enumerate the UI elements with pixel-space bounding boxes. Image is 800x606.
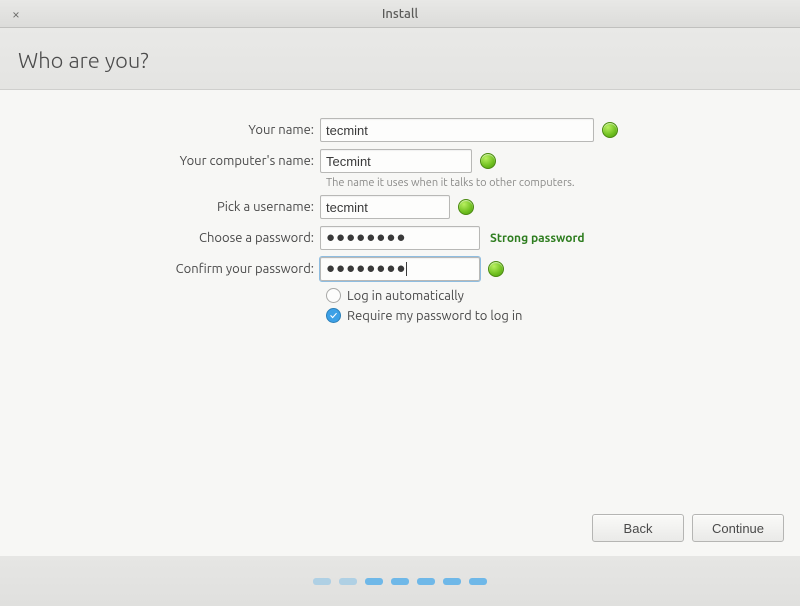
progress-dot — [417, 578, 435, 585]
name-label: Your name: — [20, 123, 320, 137]
computer-help-text: The name it uses when it talks to other … — [326, 177, 780, 189]
login-auto-radio[interactable] — [326, 288, 341, 303]
progress-dot — [365, 578, 383, 585]
name-input[interactable] — [320, 118, 594, 142]
progress-dot — [391, 578, 409, 585]
close-button[interactable]: × — [6, 4, 26, 24]
titlebar: × Install — [0, 0, 800, 28]
progress-footer — [0, 556, 800, 606]
content-area: Your name: Your computer's name: The nam… — [0, 90, 800, 556]
continue-button[interactable]: Continue — [692, 514, 784, 542]
login-auto-label[interactable]: Log in automatically — [347, 289, 464, 303]
progress-dot — [469, 578, 487, 585]
confirm-password-input[interactable]: ●●●●●●●● — [320, 257, 480, 281]
username-label: Pick a username: — [20, 200, 320, 214]
login-require-radio[interactable] — [326, 308, 341, 323]
progress-dot — [339, 578, 357, 585]
username-input[interactable] — [320, 195, 450, 219]
confirm-label: Confirm your password: — [20, 262, 320, 276]
progress-dot — [313, 578, 331, 585]
window-title: Install — [0, 7, 800, 21]
back-button[interactable]: Back — [592, 514, 684, 542]
check-icon — [480, 153, 496, 169]
password-strength: Strong password — [490, 232, 585, 245]
check-icon — [488, 261, 504, 277]
password-label: Choose a password: — [20, 231, 320, 245]
login-require-label[interactable]: Require my password to log in — [347, 309, 522, 323]
computer-label: Your computer's name: — [20, 154, 320, 168]
progress-dot — [443, 578, 461, 585]
password-input[interactable]: ●●●●●●●● — [320, 226, 480, 250]
close-icon: × — [12, 6, 20, 22]
check-icon — [602, 122, 618, 138]
page-title: Who are you? — [18, 48, 782, 73]
check-icon — [458, 199, 474, 215]
header-section: Who are you? — [0, 28, 800, 90]
computer-name-input[interactable] — [320, 149, 472, 173]
